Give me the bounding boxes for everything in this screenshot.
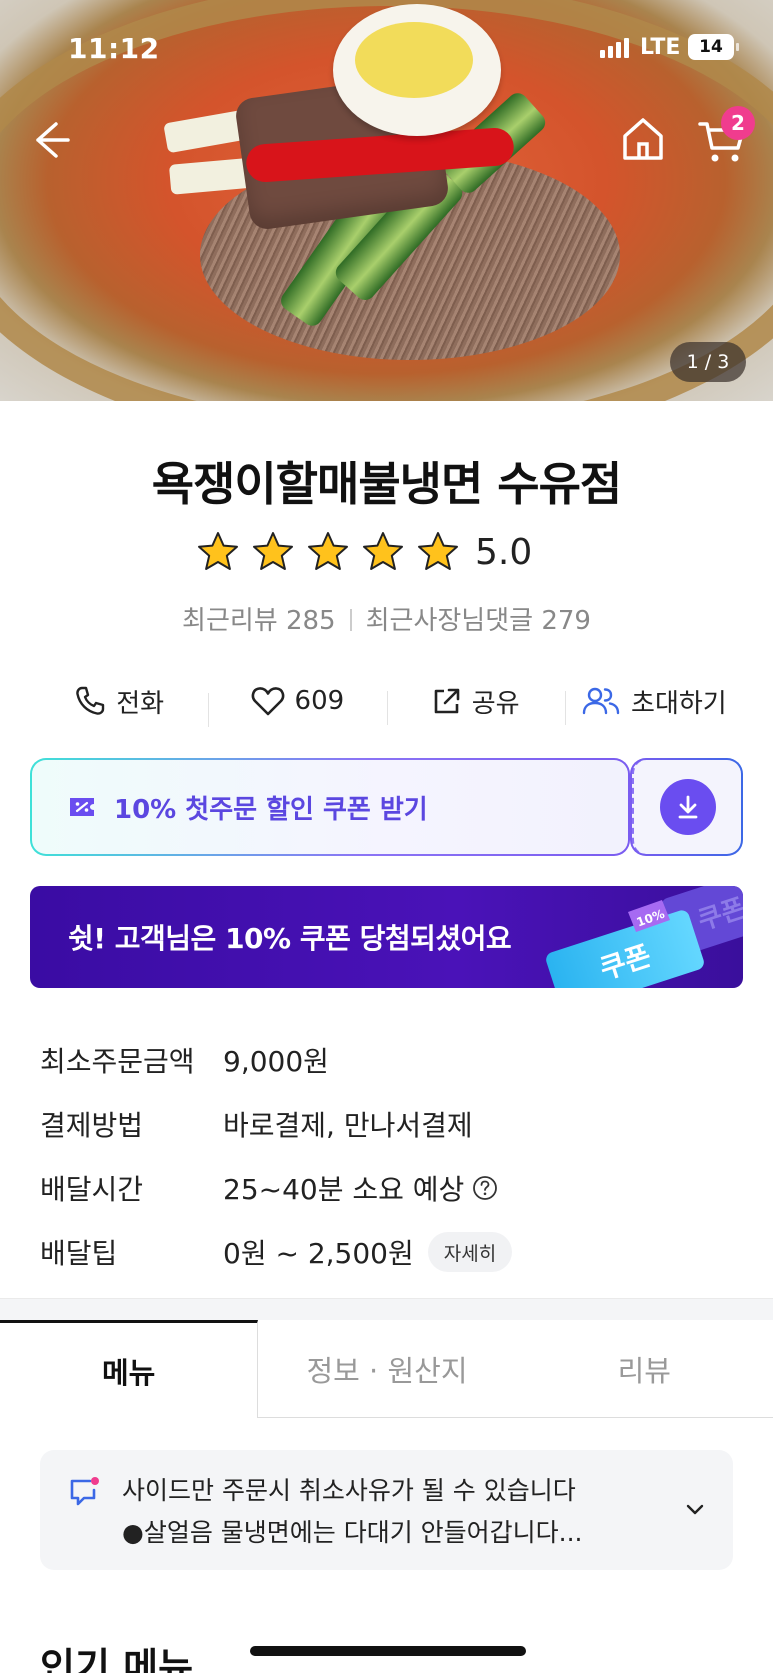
- info-label: 최소주문금액: [40, 1045, 195, 1078]
- back-button[interactable]: [26, 116, 74, 164]
- store-name: 욕쟁이할매불냉면 수유점: [151, 457, 623, 511]
- store-actions: 전화 609 공유 초대하기: [30, 675, 743, 727]
- info-label: 결제방법: [40, 1109, 144, 1142]
- review-counts[interactable]: 최근리뷰 285 최근사장님댓글 279: [0, 600, 773, 637]
- notice-line: ●살얼음 물냉면에는 다대기 안들어갑니다...: [122, 1518, 583, 1547]
- invite-button[interactable]: 초대하기: [564, 683, 743, 725]
- first-order-coupon[interactable]: 10% 첫주문 할인 쿠폰 받기: [32, 760, 628, 854]
- section-divider: [0, 1298, 773, 1322]
- coupon-label: 10% 첫주문 할인 쿠폰 받기: [114, 794, 428, 825]
- star-icon: [253, 532, 293, 570]
- notice-chat-icon: [70, 1477, 99, 1506]
- banner-text: 쉿! 고객님은 10% 쿠폰 당첨되셨어요: [68, 922, 512, 955]
- store-tabs: 메뉴 정보 · 원산지 리뷰: [0, 1320, 773, 1418]
- info-value-wrap: 0원 ~ 2,500원 자세히: [223, 1232, 513, 1272]
- ticket-tag-graphic: 10%: [628, 900, 670, 932]
- status-time: 11:12: [68, 32, 160, 65]
- rating-row[interactable]: 5.0: [196, 530, 532, 574]
- like-count: 609: [294, 686, 345, 716]
- cart-count-badge: 2: [721, 106, 755, 140]
- star-icon: [198, 532, 238, 570]
- phone-icon: [76, 686, 105, 715]
- arrow-left-icon: [36, 122, 70, 158]
- recent-review-count[interactable]: 최근리뷰 285: [182, 606, 336, 636]
- battery-icon: 14: [688, 34, 739, 60]
- star-icon: [308, 532, 348, 570]
- owner-notice[interactable]: 사이드만 주문시 취소사유가 될 수 있습니다 ●살얼음 물냉면에는 다대기 안…: [40, 1450, 733, 1570]
- info-label: 배달시간: [40, 1173, 144, 1206]
- ticket-label: 쿠폰: [595, 938, 656, 987]
- call-button[interactable]: 전화: [30, 683, 208, 720]
- help-icon[interactable]: [472, 1175, 498, 1201]
- info-value: 25~40분 소요 예상: [223, 1173, 465, 1206]
- coupon-download-button[interactable]: [632, 760, 741, 854]
- tab-info-origin[interactable]: 정보 · 원산지: [258, 1320, 516, 1418]
- tab-reviews[interactable]: 리뷰: [515, 1320, 773, 1418]
- star-icon: [418, 532, 458, 570]
- info-value: 9,000원: [223, 1045, 329, 1078]
- rating-value: 5.0: [475, 531, 533, 573]
- info-row-delivery-tip: 배달팁 0원 ~ 2,500원 자세히: [40, 1220, 740, 1284]
- popular-menu-heading: 인기 메뉴: [40, 1645, 194, 1673]
- chevron-down-icon[interactable]: [683, 1498, 707, 1522]
- people-icon: [582, 687, 620, 715]
- battery-level: 14: [699, 37, 723, 57]
- share-icon: [434, 688, 460, 714]
- notice-line: 사이드만 주문시 취소사유가 될 수 있습니다: [122, 1476, 576, 1505]
- info-row-payment: 결제방법 바로결제, 만나서결제: [40, 1092, 740, 1156]
- star-icon: [363, 532, 403, 570]
- info-row-delivery-time: 배달시간 25~40분 소요 예상: [40, 1156, 740, 1220]
- call-label: 전화: [116, 688, 165, 719]
- share-button[interactable]: 공유: [386, 683, 565, 725]
- notice-text: 사이드만 주문시 취소사유가 될 수 있습니다 ●살얼음 물냉면에는 다대기 안…: [122, 1470, 583, 1554]
- share-label: 공유: [471, 688, 520, 719]
- like-button[interactable]: 609: [208, 685, 386, 727]
- home-button[interactable]: [618, 114, 668, 164]
- image-page-indicator: 1 / 3: [670, 342, 746, 382]
- back-ticket-label: 쿠폰: [694, 892, 743, 937]
- divider: [349, 609, 352, 631]
- delivery-tip-detail-button[interactable]: 자세히: [427, 1232, 513, 1272]
- heart-icon: [251, 687, 284, 716]
- owner-comment-count[interactable]: 최근사장님댓글 279: [366, 606, 591, 636]
- coupon-percent-icon: [70, 798, 94, 816]
- store-info: 최소주문금액 9,000원 결제방법 바로결제, 만나서결제 배달시간 25~4…: [40, 1028, 740, 1284]
- info-value: 0원 ~ 2,500원: [223, 1237, 414, 1270]
- info-row-min-order: 최소주문금액 9,000원: [40, 1028, 740, 1092]
- info-label: 배달팁: [40, 1237, 118, 1270]
- info-value-wrap: 25~40분 소요 예상: [223, 1168, 498, 1208]
- invite-label: 초대하기: [631, 688, 727, 719]
- status-bar: 11:12 LTE 14: [0, 0, 773, 100]
- home-indicator[interactable]: [250, 1646, 526, 1656]
- download-circle: [659, 779, 716, 835]
- tab-menu[interactable]: 메뉴: [0, 1320, 259, 1418]
- download-icon: [678, 795, 697, 819]
- network-label: LTE: [640, 35, 681, 60]
- info-value: 바로결제, 만나서결제: [223, 1109, 473, 1142]
- home-icon: [623, 118, 663, 160]
- hero-image[interactable]: 11:12 LTE 14 2 1 / 3: [0, 0, 773, 401]
